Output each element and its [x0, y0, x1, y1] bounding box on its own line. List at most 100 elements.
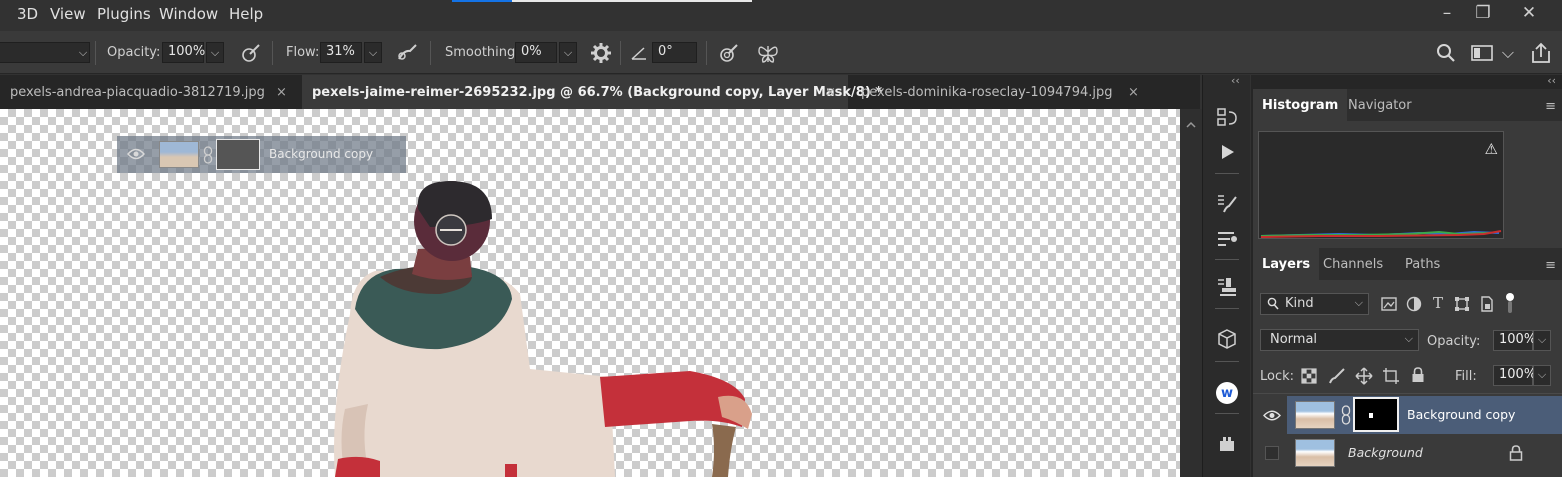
lock-transparency-icon[interactable]	[1301, 368, 1317, 384]
menu-window[interactable]: Window	[159, 5, 218, 23]
layer-thumbnail[interactable]	[1295, 401, 1335, 429]
tab-navigator[interactable]: Navigator	[1339, 89, 1421, 121]
fill-field[interactable]: 100%	[1493, 365, 1536, 386]
panel-toolstrip: ‹‹ w	[1202, 74, 1250, 477]
close-window-button[interactable]: ✕	[1509, 2, 1549, 24]
visibility-cell[interactable]	[1253, 396, 1287, 434]
blend-mode-label: Normal	[1270, 332, 1318, 347]
opacity-label: Opacity:	[107, 45, 161, 60]
layer-opacity-field[interactable]: 100%	[1493, 330, 1536, 351]
tab-andrea-piacquadio[interactable]: pexels-andrea-piacquadio-3812719.jpg ×	[0, 75, 300, 109]
close-tab-icon[interactable]: ×	[825, 85, 836, 100]
layer-name[interactable]: Background	[1348, 445, 1423, 460]
panel-menu-icon[interactable]: ≡	[1545, 258, 1556, 273]
plugin-w-icon[interactable]: w	[1213, 379, 1241, 407]
menu-plugins[interactable]: Plugins	[97, 5, 151, 23]
divider	[706, 41, 707, 65]
blend-mode-select[interactable]: Normal ⌵	[1260, 329, 1419, 351]
filter-type-icon[interactable]: T	[1433, 294, 1443, 312]
layers-panel: Layers Channels Paths ≡ Kind ⌵ T Normal …	[1253, 248, 1562, 477]
close-tab-icon[interactable]: ×	[1128, 85, 1139, 100]
divider	[1215, 173, 1239, 174]
menu-help[interactable]: Help	[229, 5, 263, 23]
lock-position-move-icon[interactable]	[1355, 367, 1373, 385]
layer-thumbnail[interactable]	[1295, 439, 1335, 467]
restore-button[interactable]: ❐	[1463, 2, 1503, 24]
flow-dropdown-icon[interactable]: ⌵	[364, 42, 382, 63]
link-icon[interactable]	[1341, 405, 1351, 425]
divider	[1253, 393, 1562, 394]
tab-jaime-reimer[interactable]: pexels-jaime-reimer-2695232.jpg @ 66.7% …	[302, 75, 882, 109]
collapse-panels-icon[interactable]: ‹‹	[1231, 74, 1240, 87]
right-panel-dock: ‹‹ Histogram Navigator ≡ ⚠ Layers Channe…	[1251, 74, 1562, 477]
vertical-scrollbar[interactable]	[1180, 109, 1202, 477]
filter-adjustment-icon[interactable]	[1406, 296, 1422, 312]
brush-presets-icon[interactable]	[1213, 224, 1241, 252]
gear-icon[interactable]	[588, 40, 614, 66]
filter-pixel-icon[interactable]	[1381, 296, 1397, 312]
play-action-icon[interactable]	[1213, 138, 1241, 166]
panel-menu-icon[interactable]: ≡	[1545, 99, 1556, 114]
angle-field[interactable]: 0°	[652, 42, 697, 63]
flow-field[interactable]: 31%	[320, 42, 362, 63]
menu-3d[interactable]: 3D	[17, 5, 38, 23]
pressure-opacity-icon[interactable]	[238, 40, 264, 66]
menu-view[interactable]: View	[50, 5, 86, 23]
tab-layers[interactable]: Layers	[1253, 248, 1320, 280]
options-bar: ⌵ Opacity: 100% ⌵ Flow: 31% ⌵ Smoothing:…	[0, 31, 1562, 74]
layers-tab-strip: Layers Channels Paths ≡	[1253, 248, 1562, 280]
workspace-icon[interactable]	[1469, 40, 1495, 66]
collapse-dock-icon[interactable]: ‹‹	[1547, 74, 1556, 87]
3d-cube-icon[interactable]	[1213, 325, 1241, 353]
layer-mask-thumbnail	[216, 139, 260, 170]
filter-shape-icon[interactable]	[1454, 296, 1470, 312]
brush-settings-icon[interactable]	[1213, 189, 1241, 217]
warning-icon[interactable]: ⚠	[1485, 140, 1498, 158]
lock-icon	[1509, 445, 1523, 461]
minimize-button[interactable]: –	[1427, 2, 1467, 24]
share-icon[interactable]	[1528, 40, 1554, 66]
document-tab-bar: pexels-andrea-piacquadio-3812719.jpg × p…	[0, 75, 1200, 109]
lock-all-icon[interactable]	[1411, 367, 1425, 383]
search-icon	[1267, 297, 1279, 310]
tab-channels[interactable]: Channels	[1314, 248, 1392, 280]
filter-kind-select[interactable]: Kind ⌵	[1260, 293, 1369, 315]
layer-mask-thumbnail[interactable]	[1353, 397, 1399, 432]
workspace-dropdown-icon[interactable]: ⌵	[1498, 40, 1518, 66]
link-icon	[203, 146, 213, 164]
chevron-down-icon[interactable]: ⌵	[1533, 365, 1551, 386]
layer-row-background[interactable]: Background	[1253, 434, 1562, 472]
history-icon[interactable]	[1213, 103, 1241, 131]
filter-toggle-icon[interactable]	[1505, 292, 1515, 314]
symmetry-butterfly-icon[interactable]	[755, 40, 781, 66]
tab-histogram[interactable]: Histogram	[1253, 89, 1348, 121]
fill-label: Fill:	[1455, 369, 1477, 384]
tab-paths[interactable]: Paths	[1396, 248, 1449, 280]
chevron-down-icon: ⌵	[1354, 296, 1363, 309]
lock-pixels-brush-icon[interactable]	[1328, 367, 1346, 385]
chevron-down-icon[interactable]: ⌵	[1533, 330, 1551, 351]
pressure-size-icon[interactable]	[716, 40, 742, 66]
opacity-field[interactable]: 100%	[162, 42, 205, 63]
chevron-down-icon[interactable]: ⌵	[74, 42, 92, 63]
close-tab-icon[interactable]: ×	[276, 85, 287, 100]
plugin-letter: w	[1216, 382, 1238, 404]
smoothing-field[interactable]: 0%	[515, 42, 557, 63]
lock-artboard-icon[interactable]	[1382, 367, 1400, 385]
plugins-panel-icon[interactable]	[1213, 430, 1241, 458]
smoothing-dropdown-icon[interactable]: ⌵	[559, 42, 577, 63]
layer-name[interactable]: Background copy	[1407, 407, 1515, 422]
layer-row-background-copy[interactable]: Background copy	[1253, 396, 1562, 434]
search-icon[interactable]	[1433, 40, 1459, 66]
tab-dominika-roseclay[interactable]: pexels-dominika-roseclay-1094794.jpg ×	[851, 75, 1151, 109]
clone-source-icon[interactable]	[1213, 273, 1241, 301]
visibility-toggle[interactable]	[1265, 446, 1279, 460]
angle-icon	[626, 40, 652, 66]
smoothing-label: Smoothing:	[445, 45, 520, 60]
filter-smart-object-icon[interactable]	[1479, 296, 1495, 312]
airbrush-icon[interactable]	[395, 40, 421, 66]
eye-icon	[127, 147, 145, 161]
opacity-dropdown-icon[interactable]: ⌵	[206, 42, 224, 63]
divider	[1215, 259, 1239, 260]
eye-icon[interactable]	[1263, 409, 1281, 422]
